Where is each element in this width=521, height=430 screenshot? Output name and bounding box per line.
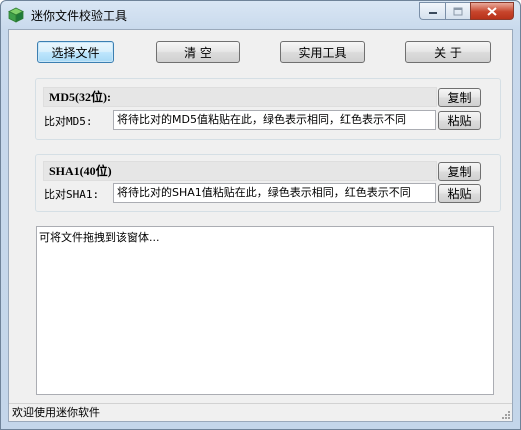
md5-paste-button[interactable]: 粘贴 xyxy=(438,111,481,130)
main-window: 迷你文件校验工具 选择文件 清 空 实用工具 关 于 MD5(32位): 复制 … xyxy=(0,0,521,430)
title-bar[interactable]: 迷你文件校验工具 xyxy=(1,1,520,29)
resize-grip-icon[interactable] xyxy=(501,410,511,420)
minimize-button[interactable] xyxy=(419,2,445,20)
client-area: 选择文件 清 空 实用工具 关 于 MD5(32位): 复制 比对MD5: 将待… xyxy=(8,29,513,422)
file-drop-area[interactable]: 可将文件拖拽到该窗体... xyxy=(36,226,494,395)
maximize-icon xyxy=(453,7,463,15)
tools-button[interactable]: 实用工具 xyxy=(280,41,365,63)
maximize-button[interactable] xyxy=(445,2,470,20)
select-file-button[interactable]: 选择文件 xyxy=(37,41,114,63)
close-button[interactable] xyxy=(470,2,514,20)
clear-button[interactable]: 清 空 xyxy=(156,41,240,63)
drop-hint-text: 可将文件拖拽到该窗体... xyxy=(39,231,160,244)
status-text: 欢迎使用迷你软件 xyxy=(12,406,100,419)
sha1-paste-button[interactable]: 粘贴 xyxy=(438,184,481,203)
md5-compare-label: 比对MD5: xyxy=(44,115,93,128)
window-title: 迷你文件校验工具 xyxy=(31,9,128,23)
md5-compare-input[interactable]: 将待比对的MD5值粘贴在此，绿色表示相同，红色表示不同 xyxy=(113,110,436,130)
sha1-compare-label: 比对SHA1: xyxy=(44,188,100,201)
sha1-result-field: SHA1(40位) xyxy=(43,161,437,181)
close-icon xyxy=(487,6,497,16)
md5-result-field: MD5(32位): xyxy=(43,87,437,107)
cube-icon xyxy=(8,7,24,23)
status-bar: 欢迎使用迷你软件 xyxy=(9,403,512,421)
minimize-icon xyxy=(428,12,437,14)
about-button[interactable]: 关 于 xyxy=(405,41,491,63)
sha1-copy-button[interactable]: 复制 xyxy=(438,162,481,181)
md5-copy-button[interactable]: 复制 xyxy=(438,88,481,107)
caption-buttons xyxy=(419,2,514,20)
sha1-compare-input[interactable]: 将待比对的SHA1值粘贴在此，绿色表示相同，红色表示不同 xyxy=(113,183,436,203)
